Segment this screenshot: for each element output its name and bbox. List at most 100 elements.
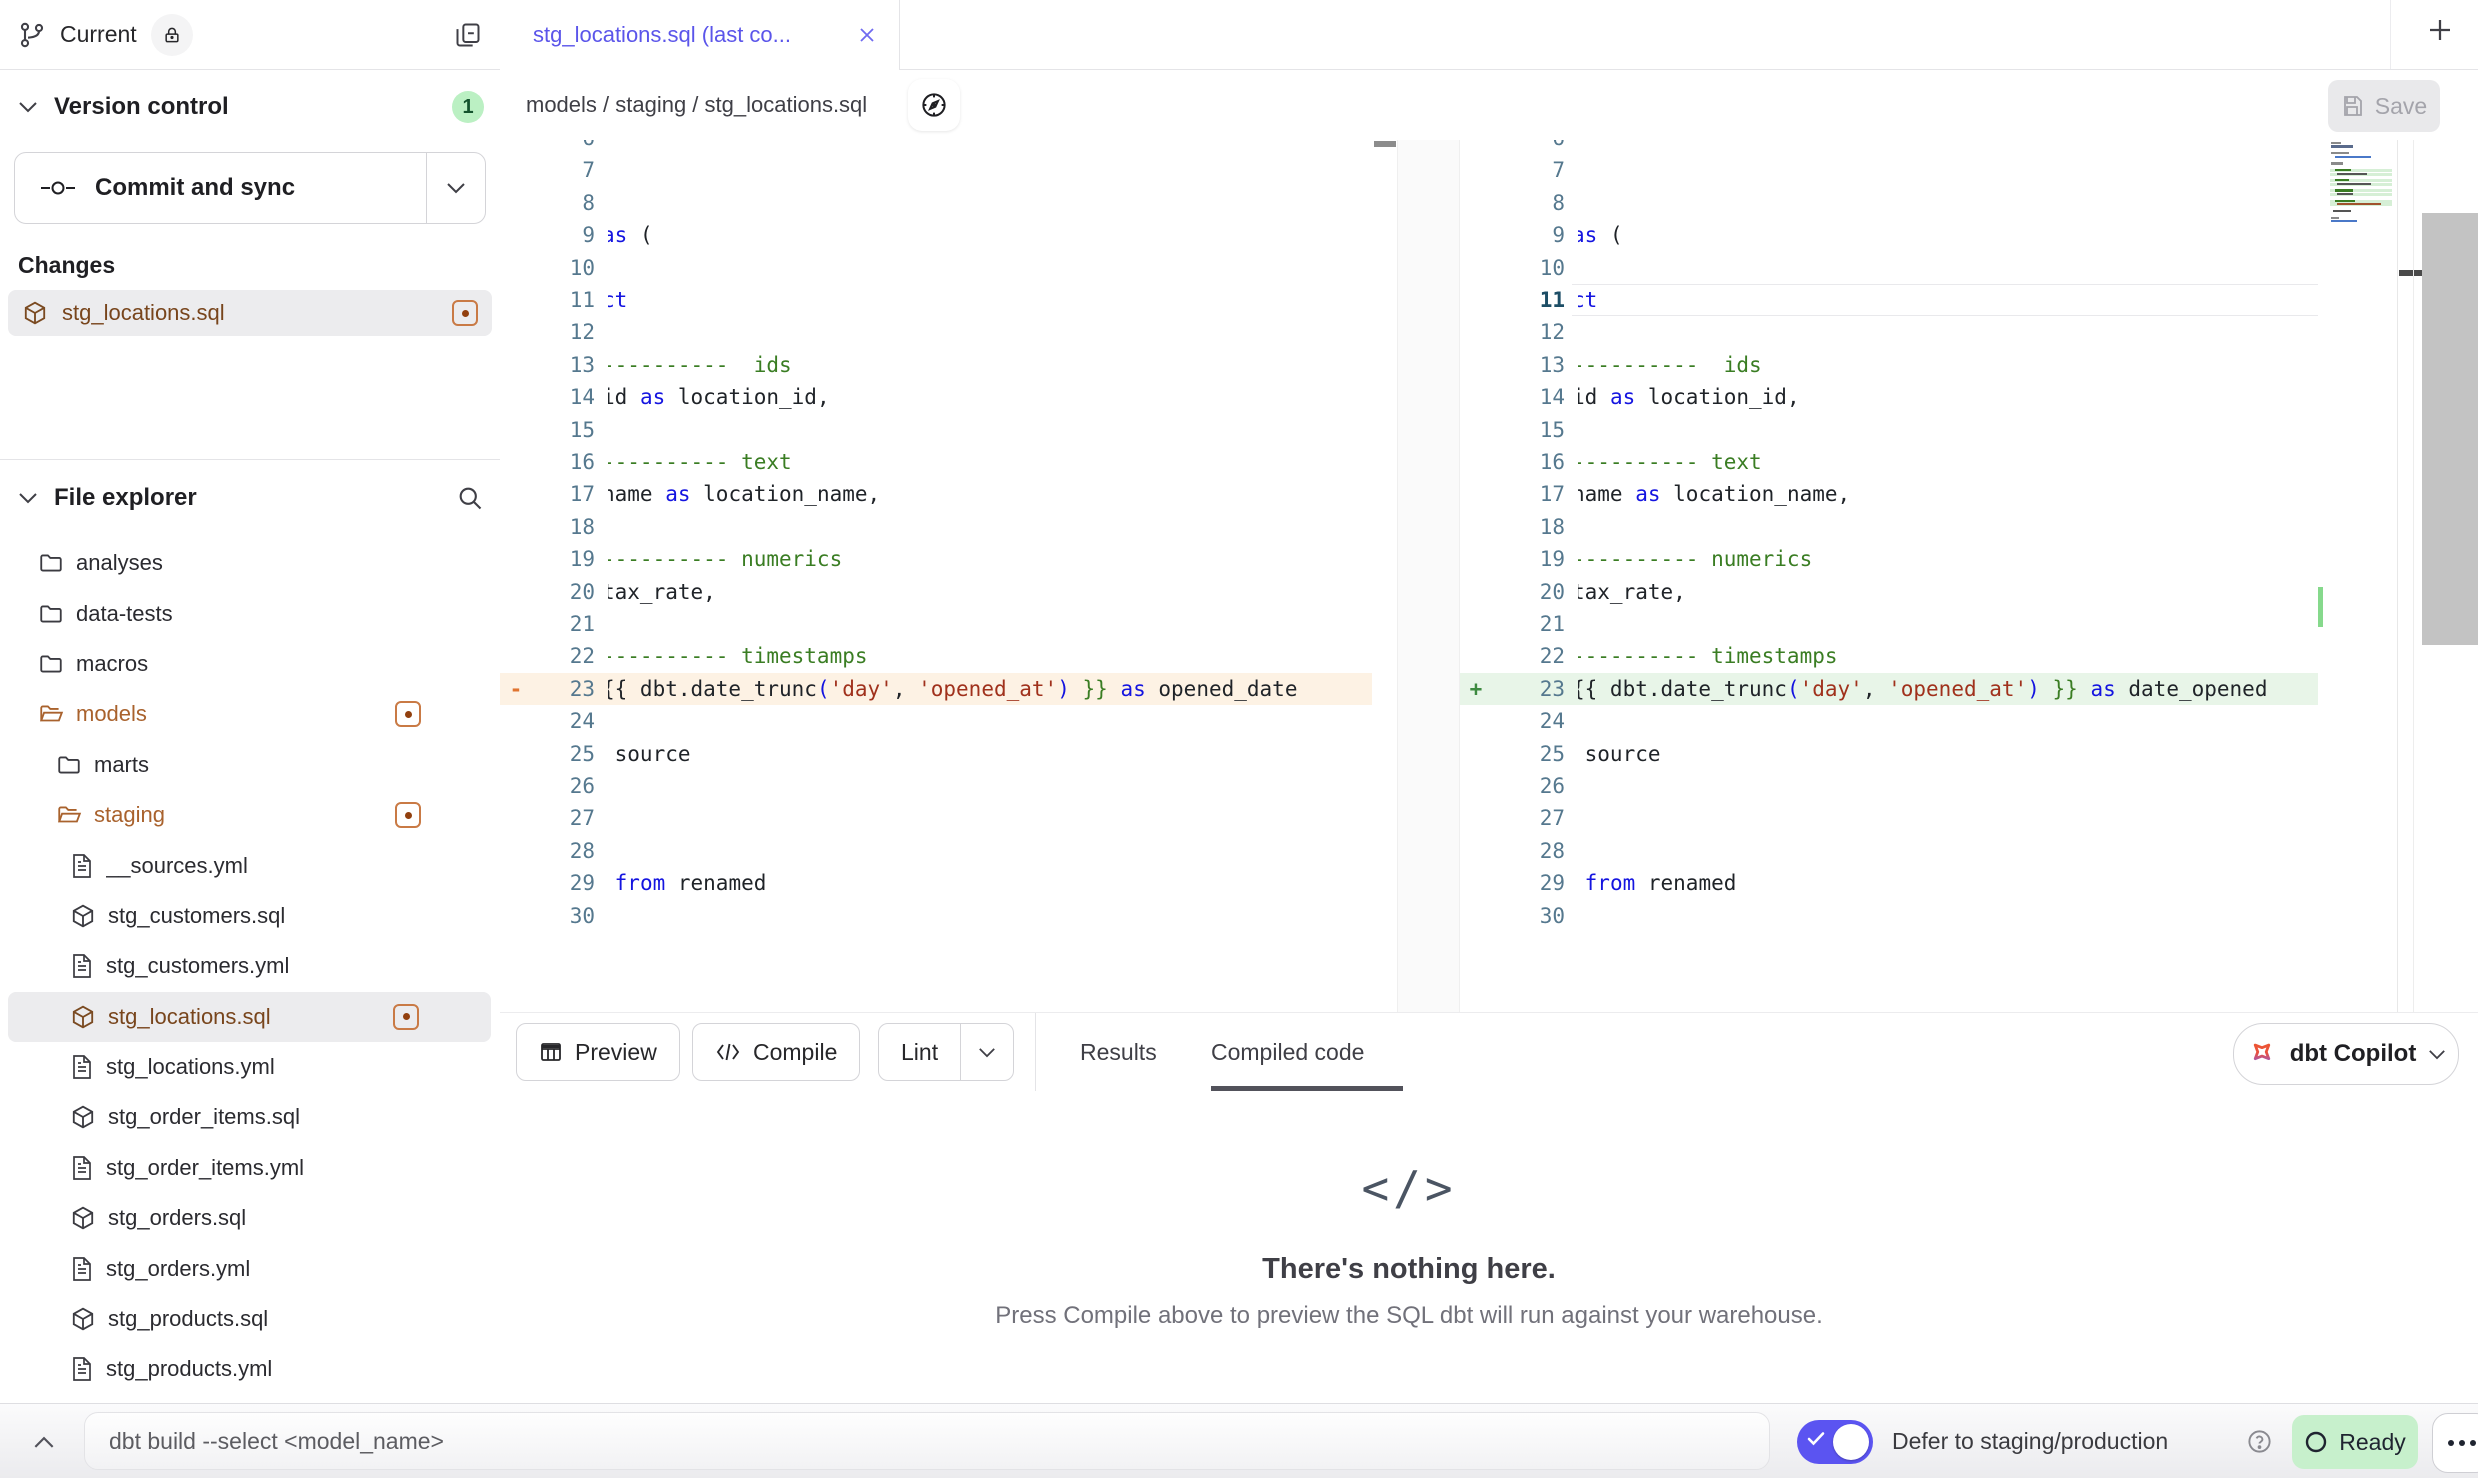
sidebar-item-stg-order-items-sql[interactable]: stg_order_items.sql: [0, 1092, 499, 1142]
sidebar: Current Version control 1 Commit and: [0, 0, 501, 1403]
git-commit-icon: [39, 178, 77, 198]
code-line-26: 26: [500, 770, 1372, 802]
sidebar-item-stg-orders-sql[interactable]: stg_orders.sql: [0, 1193, 499, 1243]
line-number: 16: [1460, 446, 1565, 478]
diff-editor: 6789as (1011ct1213---------- ids14id as …: [500, 140, 2478, 1012]
sidebar-item-stg-products-sql[interactable]: stg_products.sql: [0, 1294, 499, 1344]
sidebar-item-stg-locations-yml[interactable]: stg_locations.yml: [0, 1042, 499, 1092]
dbt-copilot-button[interactable]: dbt Copilot: [2233, 1023, 2459, 1085]
line-number: 18: [500, 511, 595, 543]
sidebar-item-stg-order-items-yml[interactable]: stg_order_items.yml: [0, 1143, 499, 1193]
diff-pane-modified[interactable]: 6789as (1011ct1213---------- ids14id as …: [1460, 140, 2318, 1012]
compile-label: Compile: [753, 1039, 837, 1066]
more-options-button[interactable]: [2432, 1413, 2478, 1473]
sidebar-item-stg-products-yml[interactable]: stg_products.yml: [0, 1344, 499, 1394]
code-line-9: 9as (: [500, 219, 1372, 251]
code-line-24: 24: [1460, 705, 2318, 737]
line-number: 12: [1460, 316, 1565, 348]
code-line-8: 8: [500, 187, 1372, 219]
help-icon[interactable]: [2246, 1428, 2273, 1455]
minimap[interactable]: [2330, 142, 2396, 342]
new-tab-button[interactable]: [2416, 6, 2464, 54]
folder-icon: [56, 752, 82, 778]
code-line-26: 26: [1460, 770, 2318, 802]
sidebar-item-stg-locations-sql[interactable]: stg_locations.sql: [8, 992, 491, 1042]
commit-and-sync-button[interactable]: Commit and sync: [14, 152, 486, 224]
item-label: staging: [94, 802, 383, 828]
file-icon: [70, 853, 94, 879]
diff-splitter[interactable]: [1397, 140, 1460, 1012]
close-icon[interactable]: [857, 25, 877, 45]
duplicate-icon[interactable]: [454, 21, 482, 49]
lint-options-caret[interactable]: [960, 1024, 1013, 1080]
item-label: stg_order_items.yml: [106, 1155, 485, 1181]
code-line-28: 28: [1460, 835, 2318, 867]
sidebar-item-stg-customers-yml[interactable]: stg_customers.yml: [0, 941, 499, 991]
command-placeholder: dbt build --select <model_name>: [109, 1428, 444, 1455]
sidebar-item-data-tests[interactable]: data-tests: [0, 588, 499, 638]
model-icon: [70, 903, 96, 929]
model-icon: [70, 1205, 96, 1231]
code-line-10: 10: [500, 252, 1372, 284]
lineage-button[interactable]: [908, 79, 960, 131]
minimap-slider[interactable]: [2399, 270, 2422, 276]
command-input[interactable]: dbt build --select <model_name>: [84, 1412, 1770, 1470]
item-label: analyses: [76, 550, 485, 576]
lint-button[interactable]: Lint: [879, 1024, 960, 1080]
sidebar-item-models[interactable]: models: [0, 689, 499, 739]
commit-options-caret[interactable]: [426, 153, 485, 223]
line-number: 9: [1460, 219, 1565, 251]
sidebar-item-stg-orders-yml[interactable]: stg_orders.yml: [0, 1243, 499, 1293]
collapse-command-bar-button[interactable]: [22, 1422, 66, 1462]
sidebar-item-macros[interactable]: macros: [0, 639, 499, 689]
overview-ruler-added-mark: [2318, 587, 2323, 627]
sidebar-item--sources-yml[interactable]: __sources.yml: [0, 840, 499, 890]
lint-button-group: Lint: [878, 1023, 1014, 1081]
sidebar-item-marts[interactable]: marts: [0, 740, 499, 790]
code-line-11: 11ct: [500, 284, 1372, 316]
save-label: Save: [2375, 93, 2427, 120]
item-label: stg_locations.yml: [106, 1054, 485, 1080]
preview-button[interactable]: Preview: [516, 1023, 680, 1081]
sidebar-item-stg-customers-sql[interactable]: stg_customers.sql: [0, 891, 499, 941]
branch-name: Current: [60, 21, 137, 48]
left-pane-scrollbar-thumb[interactable]: [1374, 141, 1396, 147]
tab-results[interactable]: Results: [1080, 1013, 1157, 1091]
lint-label: Lint: [901, 1039, 938, 1066]
diff-pane-original[interactable]: 6789as (1011ct1213---------- ids14id as …: [500, 140, 1372, 1012]
modified-badge: [395, 701, 421, 727]
version-control-header[interactable]: Version control 1: [18, 84, 484, 130]
sidebar-item-analyses[interactable]: analyses: [0, 538, 499, 588]
ide-status-badge[interactable]: Ready: [2292, 1415, 2418, 1469]
compile-button[interactable]: Compile: [692, 1023, 860, 1081]
defer-toggle[interactable]: [1797, 1420, 1873, 1464]
code-line-15: 15: [1460, 414, 2318, 446]
line-number: 26: [1460, 770, 1565, 802]
code-line-18: 18: [1460, 511, 2318, 543]
tab-stg-locations[interactable]: stg_locations.sql (last co...: [500, 0, 900, 70]
model-icon: [70, 1306, 96, 1332]
tab-compiled-code[interactable]: Compiled code: [1211, 1013, 1364, 1091]
left-pane-scrollbar[interactable]: [1372, 140, 1397, 1012]
line-number: 11: [1460, 284, 1565, 316]
search-icon[interactable]: [456, 484, 484, 512]
item-label: stg_products.sql: [108, 1306, 485, 1332]
line-number: 27: [1460, 802, 1565, 834]
page-scrollbar-thumb[interactable]: [2422, 213, 2478, 645]
code-line-6: 6: [500, 140, 1372, 154]
line-number: 28: [500, 835, 595, 867]
item-label: stg_order_items.sql: [108, 1104, 485, 1130]
save-button[interactable]: Save: [2328, 80, 2440, 132]
sidebar-item-staging[interactable]: staging: [0, 790, 499, 840]
code-line-11: 11ct: [1460, 284, 2318, 316]
code-line-21: 21: [1460, 608, 2318, 640]
file-explorer-title: File explorer: [54, 484, 440, 512]
code-line-27: 27: [500, 802, 1372, 834]
changed-file-row[interactable]: stg_locations.sql: [8, 290, 492, 336]
compiled-code-tab-label: Compiled code: [1211, 1039, 1364, 1066]
folder-open-icon: [56, 802, 82, 828]
branch-bar[interactable]: Current: [0, 0, 500, 70]
code-line-30: 30: [1460, 900, 2318, 932]
file-explorer-header[interactable]: File explorer: [18, 472, 484, 524]
line-number: 15: [500, 414, 595, 446]
